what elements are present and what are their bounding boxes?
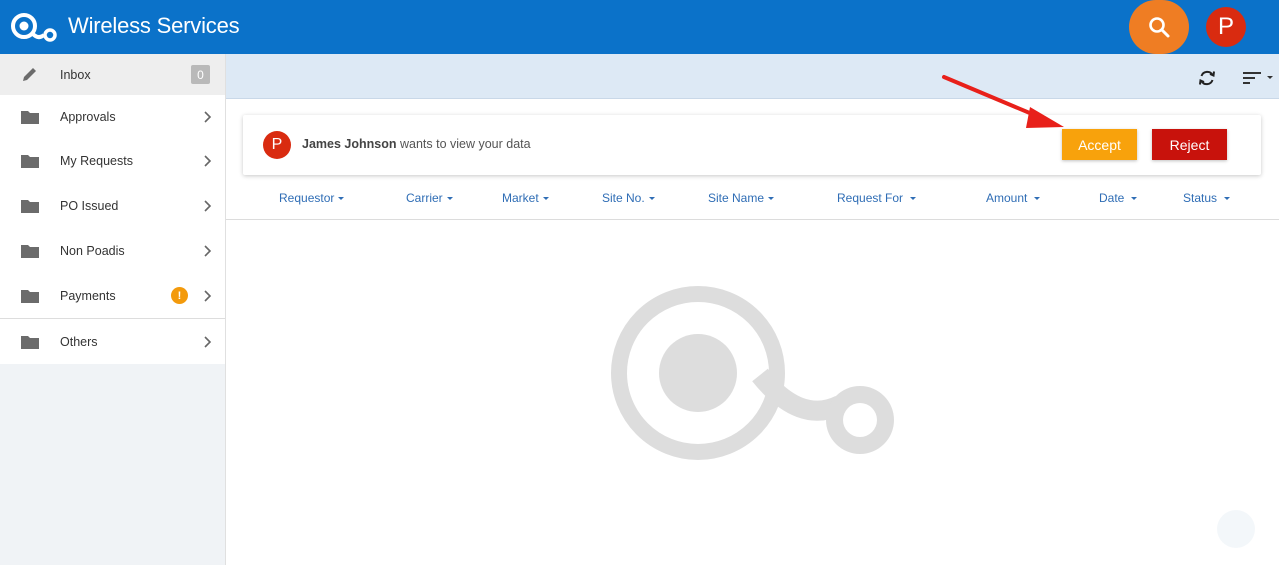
chevron-right-icon [204,335,212,348]
inbox-count-badge: 0 [191,65,210,84]
caret-down-icon [542,197,549,201]
requester-name: James Johnson [302,137,397,151]
column-header-amount[interactable]: Amount [986,191,1041,205]
caret-down-icon [338,197,345,201]
access-request-card: P James Johnson wants to view your data … [243,115,1261,175]
chevron-right-icon [204,154,212,167]
folder-icon [21,335,39,349]
sidebar-item-label: PO Issued [60,198,119,213]
caret-down-icon [910,197,917,201]
caret-down-icon [1224,197,1231,201]
folder-icon [21,110,39,124]
chat-widget-button[interactable] [1217,510,1255,548]
chevron-right-icon [204,244,212,257]
chevron-right-icon [204,199,212,212]
sort-icon[interactable] [1242,70,1278,86]
accept-button[interactable]: Accept [1062,129,1137,160]
sidebar-item-label: Non Poadis [60,243,125,258]
payments-alert-badge: ! [171,287,188,304]
column-header-site-name[interactable]: Site Name [708,191,775,205]
folder-icon [21,244,39,258]
list-toolbar [226,54,1279,99]
column-header-site-no[interactable]: Site No. [602,191,655,205]
pencil-icon [23,67,36,81]
column-header-carrier[interactable]: Carrier [406,191,453,205]
sidebar-item-po-issued[interactable]: PO Issued [0,183,225,228]
sidebar-item-label: My Requests [60,153,133,168]
sidebar-item-non-poadis[interactable]: Non Poadis [0,228,225,273]
column-header-requestor[interactable]: Requestor [279,191,345,205]
app-logo-icon[interactable] [10,10,58,44]
caret-down-icon [648,197,655,201]
column-header-request-for[interactable]: Request For [837,191,917,205]
folder-icon [21,199,39,213]
column-header-market[interactable]: Market [502,191,549,205]
search-button[interactable] [1129,0,1189,54]
column-header-status[interactable]: Status [1183,191,1231,205]
sidebar: Inbox 0 Approvals My Requests PO Issued … [0,54,226,565]
sidebar-item-my-requests[interactable]: My Requests [0,138,225,183]
sidebar-item-label: Inbox [60,67,91,82]
refresh-icon[interactable] [1197,68,1217,88]
folder-icon [21,154,39,168]
app-title: Wireless Services [68,13,240,38]
sidebar-item-others[interactable]: Others [0,319,225,364]
sidebar-item-label: Others [60,334,98,349]
top-app-bar: Wireless Services P [0,0,1279,54]
caret-down-icon [768,197,775,201]
caret-down-icon [446,197,453,201]
sidebar-item-label: Payments [60,288,116,303]
folder-icon [21,289,39,303]
sidebar-item-approvals[interactable]: Approvals [0,95,225,138]
sidebar-item-label: Approvals [60,109,116,124]
caret-down-icon [1131,197,1138,201]
empty-state-logo-icon [611,286,894,460]
sidebar-item-inbox[interactable]: Inbox 0 [0,54,225,95]
column-header-date[interactable]: Date [1099,191,1138,205]
requester-avatar: P [263,131,291,159]
request-message: James Johnson wants to view your data [302,137,531,151]
chevron-right-icon [204,110,212,123]
search-icon [1149,17,1170,38]
user-avatar[interactable]: P [1206,7,1246,47]
caret-down-icon [1034,197,1041,201]
request-description: wants to view your data [399,137,531,151]
chevron-right-icon [204,289,212,302]
table-header: Requestor Carrier Market Site No. Site N… [226,180,1279,220]
sidebar-item-payments[interactable]: Payments ! [0,273,225,318]
reject-button[interactable]: Reject [1152,129,1227,160]
